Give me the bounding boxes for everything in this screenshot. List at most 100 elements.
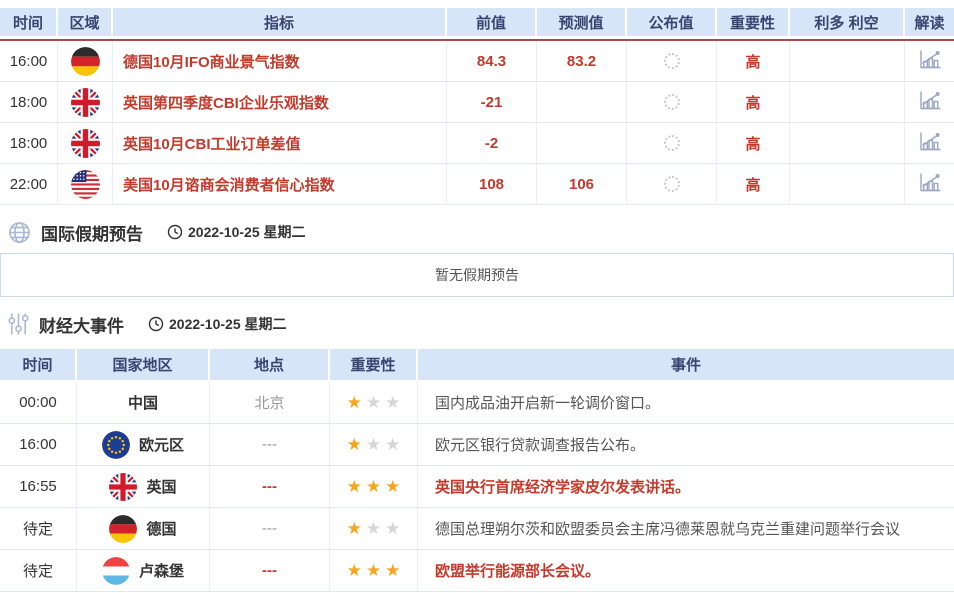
- event-time: 待定: [0, 550, 77, 591]
- indicator-link[interactable]: 德国10月IFO商业景气指数: [123, 51, 300, 72]
- events-table: 时间 国家地区 地点 重要性 事件 00:00 中国 北京 ★ ★ ★ 国内成品油开启新一轮调价窗口…: [0, 349, 954, 592]
- indicator-time: 22:00: [0, 164, 58, 204]
- indicator-link[interactable]: 英国第四季度CBI企业乐观指数: [123, 92, 329, 113]
- bar-chart-icon[interactable]: [918, 49, 942, 74]
- country-name: 中国: [127, 395, 158, 412]
- star-empty-icon: ★: [385, 435, 401, 454]
- event-time: 00:00: [0, 382, 77, 423]
- column-header: 前值: [447, 8, 537, 36]
- uk-flag-icon: [70, 87, 100, 117]
- column-header: 利多 利空: [790, 8, 905, 36]
- event-cell: 欧元区银行贷款调查报告公布。: [418, 424, 954, 465]
- bar-chart-icon[interactable]: [918, 131, 942, 156]
- interpretation-cell: [905, 82, 954, 122]
- loading-spinner-icon: [663, 53, 680, 69]
- published-value: [627, 41, 717, 81]
- previous-value: 84.3: [447, 41, 537, 81]
- star-filled-icon: ★: [346, 561, 362, 580]
- star-filled-icon: ★: [365, 561, 382, 580]
- uk-flag-icon: [109, 472, 138, 501]
- event-row: 16:00 欧元区 --- ★ ★ ★ 欧元区银行贷款调查报告公布。: [0, 424, 954, 466]
- sliders-icon: [8, 312, 29, 336]
- star-filled-icon: ★: [346, 393, 362, 412]
- event-location: ---: [210, 550, 330, 591]
- event-cell: 英国央行首席经济学家皮尔发表讲话。: [418, 466, 954, 507]
- events-table-header: 时间 国家地区 地点 重要性 事件: [0, 349, 954, 380]
- importance-value: 高: [717, 164, 790, 204]
- region-cell: [58, 82, 113, 122]
- country-cell: 欧元区: [77, 424, 210, 465]
- events-section-title: 财经大事件: [39, 316, 124, 336]
- no-holiday-box: 暂无假期预告: [0, 253, 954, 297]
- holiday-section-date: 2022-10-25 星期二: [167, 222, 306, 242]
- events-date-text: 2022-10-25 星期二: [169, 316, 287, 332]
- country-cell: 英国: [77, 466, 210, 507]
- country-cell: 中国: [77, 382, 210, 423]
- event-cell: 国内成品油开启新一轮调价窗口。: [418, 382, 954, 423]
- interpretation-cell: [905, 164, 954, 204]
- indicator-link[interactable]: 英国10月CBI工业订单差值: [123, 133, 301, 154]
- clock-icon: [148, 316, 164, 332]
- interpretation-cell: [905, 123, 954, 163]
- indicator-time: 16:00: [0, 41, 58, 81]
- event-text: 德国总理朔尔茨和欧盟委员会主席冯德莱恩就乌克兰重建问题举行会议: [435, 521, 901, 538]
- loading-spinner-icon: [663, 94, 680, 110]
- country-cell: 卢森堡: [77, 550, 210, 591]
- indicator-cell: 英国10月CBI工业订单差值: [113, 123, 447, 163]
- indicator-row: 22:00 美国10月谘商会消费者信心指数 108 106 高: [0, 164, 954, 205]
- event-cell: 欧盟举行能源部长会议。: [418, 550, 954, 591]
- region-cell: [58, 164, 113, 204]
- column-header: 预测值: [537, 8, 627, 36]
- star-empty-icon: ★: [365, 519, 382, 538]
- indicator-link[interactable]: 美国10月谘商会消费者信心指数: [123, 174, 335, 195]
- event-time: 16:00: [0, 424, 77, 465]
- holiday-section-header: 国际假期预告 2022-10-25 星期二: [8, 220, 954, 244]
- star-empty-icon: ★: [365, 435, 382, 454]
- event-row: 待定 德国 --- ★ ★ ★ 德国总理朔尔茨和欧盟委员会主席冯德莱恩就乌克兰重建问题举行会…: [0, 508, 954, 550]
- events-section-date: 2022-10-25 星期二: [148, 314, 287, 334]
- event-row: 待定 卢森堡 --- ★ ★ ★ 欧盟举行能源部长会议。: [0, 550, 954, 592]
- column-header: 指标: [113, 8, 447, 36]
- column-header: 解读: [905, 8, 954, 36]
- column-header: 公布值: [627, 8, 717, 36]
- indicator-row: 18:00 英国10月CBI工业订单差值 -2 高: [0, 123, 954, 164]
- indicator-cell: 英国第四季度CBI企业乐观指数: [113, 82, 447, 122]
- importance-stars: ★ ★ ★: [330, 508, 418, 549]
- event-row: 16:55 英国 --- ★ ★ ★ 英国央行首席经济学家皮尔发表讲话。: [0, 466, 954, 508]
- event-cell: 德国总理朔尔茨和欧盟委员会主席冯德莱恩就乌克兰重建问题举行会议: [418, 508, 954, 549]
- event-text: 欧元区银行贷款调查报告公布。: [435, 437, 646, 454]
- bar-chart-icon[interactable]: [918, 90, 942, 115]
- column-header: 时间: [0, 349, 77, 380]
- star-filled-icon: ★: [346, 519, 362, 538]
- interpretation-cell: [905, 41, 954, 81]
- clock-icon: [167, 224, 183, 240]
- previous-value: -21: [447, 82, 537, 122]
- indicator-time: 18:00: [0, 82, 58, 122]
- bullish-bearish-cell: [790, 82, 905, 122]
- previous-value: 108: [447, 164, 537, 204]
- event-location: ---: [210, 508, 330, 549]
- indicator-table-header: 时间 区域 指标 前值 预测值 公布值 重要性 利多 利空 解读: [0, 8, 954, 36]
- country-wrap: 英国: [109, 472, 177, 501]
- importance-stars: ★ ★ ★: [330, 382, 418, 423]
- no-holiday-message: 暂无假期预告: [435, 267, 519, 283]
- event-time: 16:55: [0, 466, 77, 507]
- column-header: 重要性: [330, 349, 418, 380]
- bar-chart-icon[interactable]: [918, 172, 942, 197]
- published-value: [627, 123, 717, 163]
- eu-flag-icon: [101, 430, 130, 459]
- star-filled-icon: ★: [365, 477, 382, 496]
- column-header: 重要性: [717, 8, 790, 36]
- loading-spinner-icon: [663, 176, 680, 192]
- indicator-time: 18:00: [0, 123, 58, 163]
- star-filled-icon: ★: [385, 477, 401, 496]
- country-cell: 德国: [77, 508, 210, 549]
- event-text[interactable]: 欧盟举行能源部长会议。: [435, 560, 600, 581]
- luxembourg-flag-icon: [101, 556, 130, 585]
- indicator-row: 18:00 英国第四季度CBI企业乐观指数 -21 高: [0, 82, 954, 123]
- region-cell: [58, 123, 113, 163]
- event-location: 北京: [210, 382, 330, 423]
- published-value: [627, 82, 717, 122]
- forecast-value: [537, 82, 627, 122]
- event-text[interactable]: 英国央行首席经济学家皮尔发表讲话。: [435, 476, 690, 497]
